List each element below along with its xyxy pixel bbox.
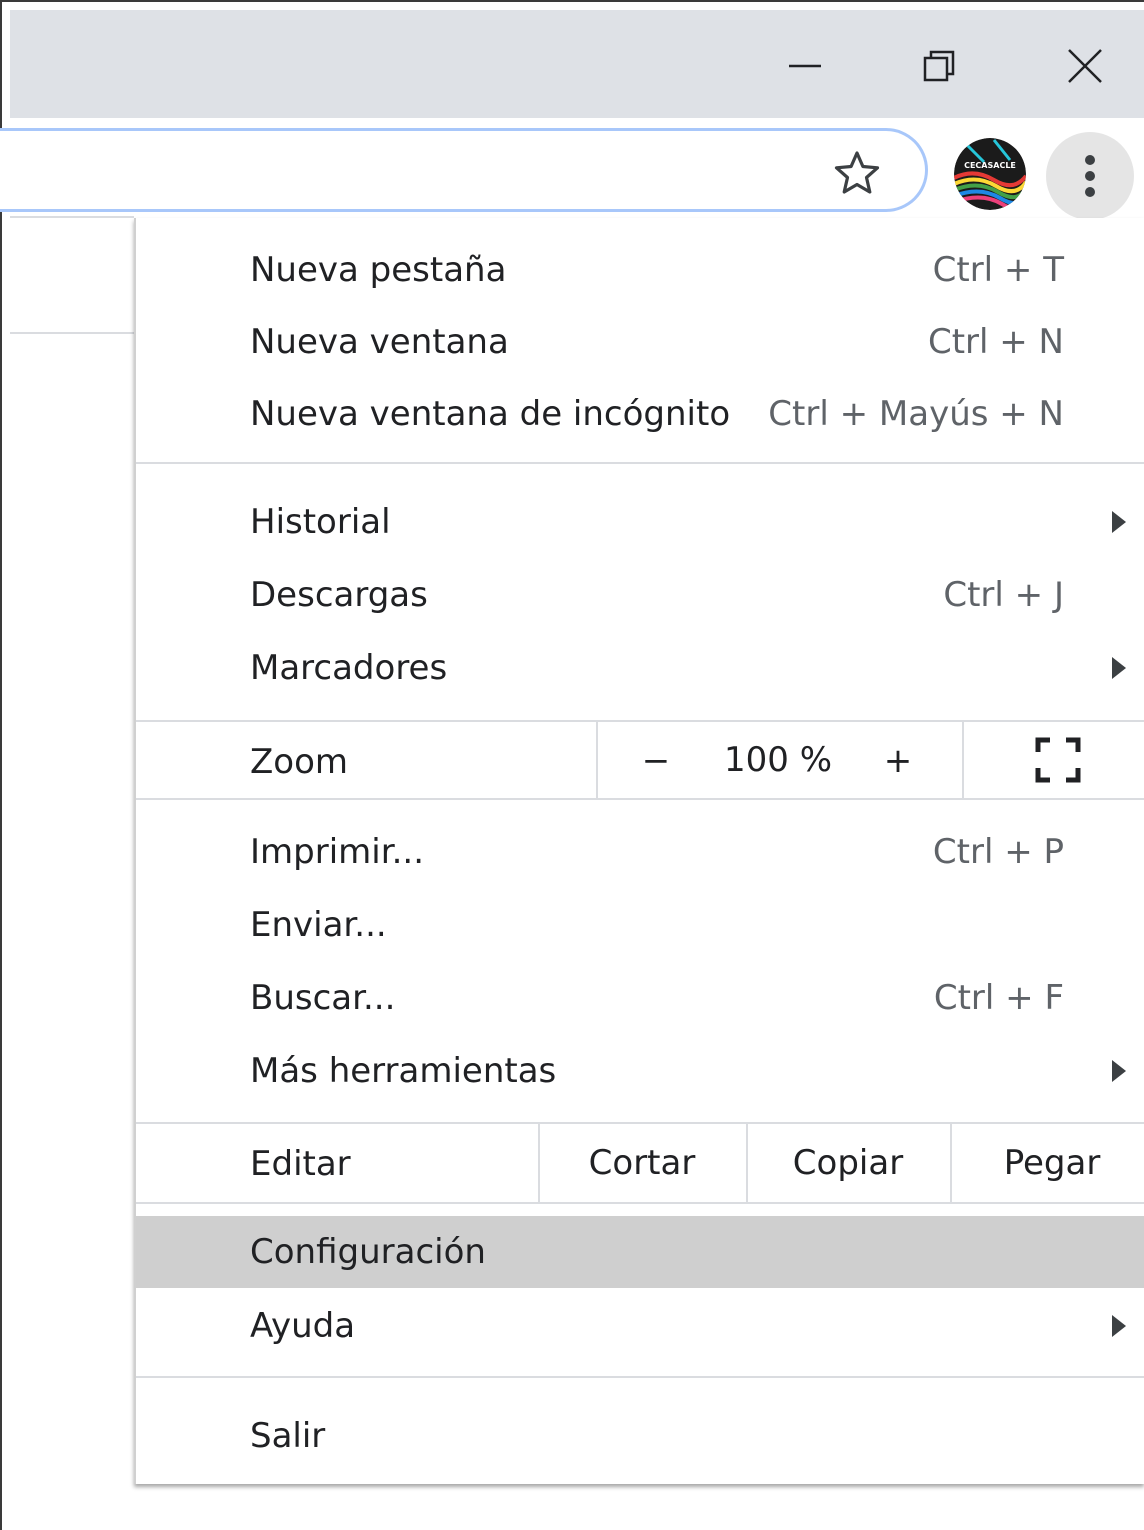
- chrome-menu-button[interactable]: [1046, 132, 1134, 220]
- cut-button[interactable]: Cortar: [589, 1143, 696, 1183]
- menu-item-new-incognito-window[interactable]: Nueva ventana de incógnito Ctrl + Mayús …: [136, 378, 1144, 450]
- menu-item-shortcut: Ctrl + Mayús + N: [768, 394, 1064, 434]
- zoom-out-button[interactable]: −: [642, 741, 671, 781]
- paste-button[interactable]: Pegar: [1004, 1143, 1101, 1183]
- minimize-button[interactable]: [750, 20, 860, 112]
- menu-item-label: Marcadores: [250, 648, 448, 688]
- svg-text:CECASACLE: CECASACLE: [964, 161, 1016, 170]
- menu-item-downloads[interactable]: Descargas Ctrl + J: [136, 559, 1144, 631]
- menu-item-bookmarks[interactable]: Marcadores: [136, 632, 1144, 704]
- submenu-arrow-icon: [1112, 511, 1126, 533]
- close-icon: [1068, 49, 1102, 83]
- menu-item-history[interactable]: Historial: [136, 486, 1144, 558]
- menu-item-label: Nueva pestaña: [250, 250, 507, 290]
- minimize-icon: [789, 64, 821, 68]
- edit-divider: [950, 1124, 952, 1202]
- profile-avatar[interactable]: CECASACLE: [954, 138, 1026, 210]
- fullscreen-button[interactable]: [1034, 736, 1082, 784]
- avatar-image: CECASACLE: [954, 138, 1026, 210]
- menu-item-label: Buscar...: [250, 978, 396, 1018]
- menu-item-more-tools[interactable]: Más herramientas: [136, 1035, 1144, 1107]
- edit-label: Editar: [250, 1144, 351, 1184]
- menu-item-print[interactable]: Imprimir... Ctrl + P: [136, 816, 1144, 888]
- menu-separator: [136, 1202, 1144, 1204]
- submenu-arrow-icon: [1112, 1315, 1126, 1337]
- menu-item-shortcut: Ctrl + F: [933, 978, 1064, 1018]
- zoom-divider: [962, 722, 964, 800]
- menu-item-label: Nueva ventana: [250, 322, 509, 362]
- zoom-level-value: 100 %: [723, 740, 833, 780]
- menu-separator: [136, 798, 1144, 800]
- title-bar: [10, 10, 1144, 118]
- menu-item-exit[interactable]: Salir: [136, 1400, 1144, 1472]
- menu-item-settings[interactable]: Configuración: [136, 1216, 1144, 1288]
- menu-item-label: Ayuda: [250, 1306, 356, 1346]
- zoom-divider: [596, 722, 598, 800]
- menu-item-cast[interactable]: Enviar...: [136, 889, 1144, 961]
- menu-item-shortcut: Ctrl + T: [932, 250, 1064, 290]
- menu-separator: [136, 720, 1144, 722]
- edit-divider: [538, 1124, 540, 1202]
- zoom-label: Zoom: [250, 742, 349, 782]
- bookmark-star-button[interactable]: [832, 148, 882, 198]
- menu-item-shortcut: Ctrl + J: [943, 575, 1064, 615]
- submenu-arrow-icon: [1112, 1060, 1126, 1082]
- restore-button[interactable]: [884, 20, 994, 112]
- zoom-in-button[interactable]: +: [884, 741, 913, 781]
- menu-item-label: Historial: [250, 502, 391, 542]
- menu-separator: [136, 1122, 1144, 1124]
- menu-item-new-tab[interactable]: Nueva pestaña Ctrl + T: [136, 234, 1144, 306]
- close-button[interactable]: [1030, 20, 1140, 112]
- edit-divider: [746, 1124, 748, 1202]
- menu-item-label: Configuración: [250, 1232, 486, 1272]
- three-dots-vertical-icon: [1085, 155, 1095, 197]
- address-bar[interactable]: [0, 128, 928, 212]
- menu-separator: [136, 462, 1144, 464]
- copy-button[interactable]: Copiar: [793, 1143, 903, 1183]
- page-content-area: [10, 216, 134, 334]
- fullscreen-icon: [1035, 737, 1081, 783]
- menu-item-shortcut: Ctrl + N: [927, 322, 1064, 362]
- toolbar: CECASACLE: [0, 118, 1144, 220]
- menu-item-help[interactable]: Ayuda: [136, 1290, 1144, 1362]
- star-icon: [834, 151, 880, 194]
- menu-item-label: Más herramientas: [250, 1051, 557, 1091]
- submenu-arrow-icon: [1112, 657, 1126, 679]
- menu-item-label: Enviar...: [250, 905, 387, 945]
- menu-item-label: Descargas: [250, 575, 428, 615]
- restore-icon: [923, 50, 955, 82]
- menu-separator: [136, 1376, 1144, 1378]
- chrome-main-menu: Nueva pestaña Ctrl + T Nueva ventana Ctr…: [134, 218, 1144, 1484]
- menu-item-label: Salir: [250, 1416, 326, 1456]
- menu-item-shortcut: Ctrl + P: [932, 832, 1064, 872]
- menu-item-new-window[interactable]: Nueva ventana Ctrl + N: [136, 306, 1144, 378]
- menu-row-zoom: Zoom: [136, 724, 1144, 800]
- menu-item-label: Imprimir...: [250, 832, 425, 872]
- menu-item-label: Nueva ventana de incógnito: [250, 394, 731, 434]
- menu-item-find[interactable]: Buscar... Ctrl + F: [136, 962, 1144, 1034]
